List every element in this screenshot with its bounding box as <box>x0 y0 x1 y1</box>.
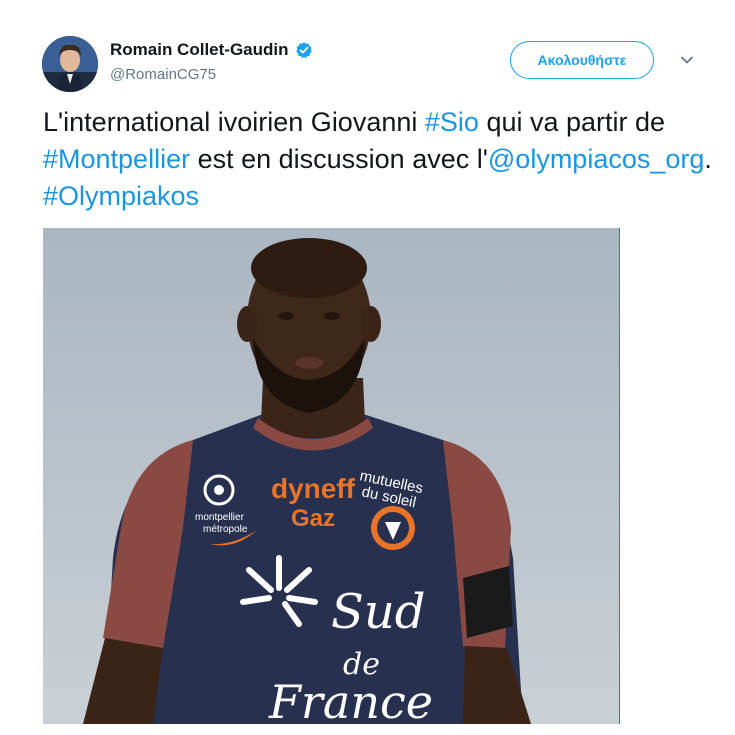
hashtag-link-sio[interactable]: #Sio <box>425 107 479 137</box>
player-photo-illustration: dyneff Gaz mutuelles du soleil montpelli… <box>43 228 619 724</box>
tweet-photo[interactable]: dyneff Gaz mutuelles du soleil montpelli… <box>43 228 620 724</box>
tweet-text: L'international ivoirien Giovanni #Sio q… <box>43 104 713 215</box>
author-handle[interactable]: @RomainCG75 <box>110 66 216 83</box>
tweet-text-segment: L'international ivoirien Giovanni <box>43 107 425 137</box>
shirt-text-sud: Sud <box>331 584 426 640</box>
avatar-image <box>42 36 98 92</box>
author-avatar[interactable] <box>42 36 98 92</box>
tweet-text-segment: est en discussion avec l' <box>190 144 488 174</box>
tweet-text-segment: . <box>704 144 712 174</box>
club-crest-icon <box>371 506 415 550</box>
author-display-name[interactable]: Romain Collet-Gaudin <box>110 40 289 60</box>
hashtag-link-montpellier[interactable]: #Montpellier <box>43 144 190 174</box>
author-name-row: Romain Collet-Gaudin <box>110 40 313 60</box>
chevron-down-icon[interactable] <box>679 52 695 68</box>
mention-link-olympiacos[interactable]: @olympiacos_org <box>488 144 705 174</box>
shirt-text-france: France <box>268 675 433 724</box>
shirt-sponsor-left-1: montpellier <box>195 512 245 523</box>
follow-button[interactable]: Ακολουθήστε <box>510 41 654 79</box>
tweet-text-segment: qui va partir de <box>478 107 666 137</box>
shirt-sponsor-main: dyneff <box>271 473 356 504</box>
hashtag-link-olympiakos[interactable]: #Olympiakos <box>43 181 199 211</box>
shirt-sponsor-sub: Gaz <box>291 505 335 532</box>
verified-badge-icon <box>295 42 312 59</box>
shirt-sponsor-left-2: métropole <box>203 524 248 535</box>
